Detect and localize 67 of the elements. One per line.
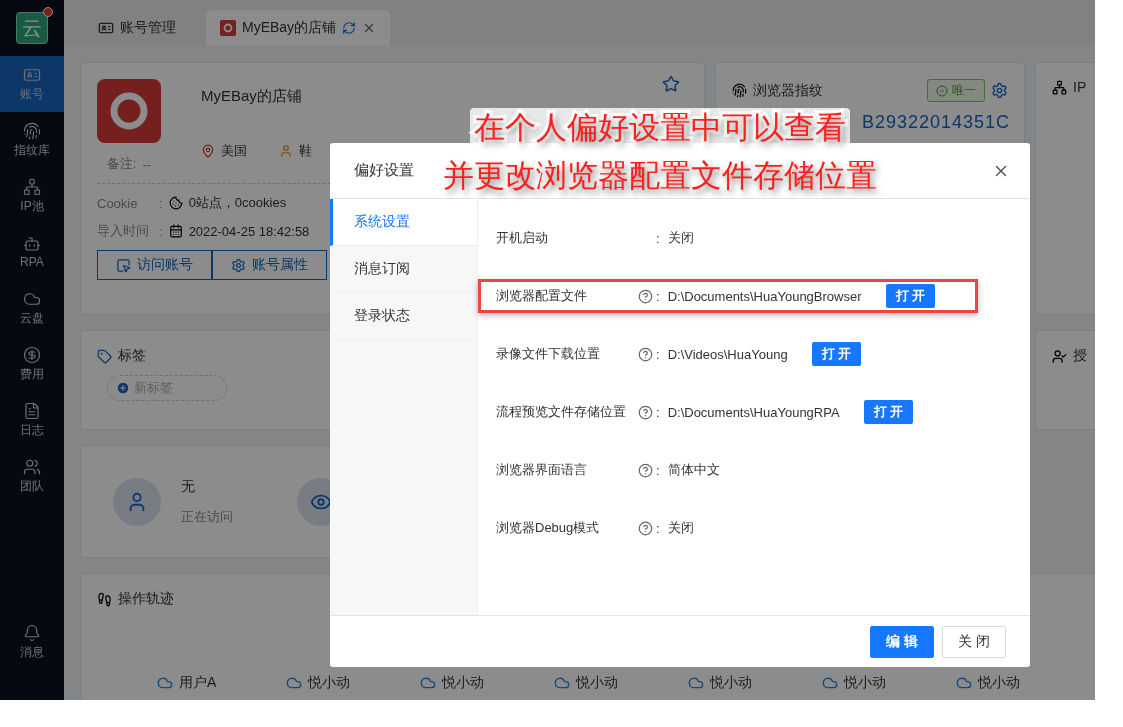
country: 美国 xyxy=(221,142,247,160)
track-item: 用户A xyxy=(179,674,217,692)
category: 鞋 xyxy=(299,142,312,160)
separator: : xyxy=(159,223,163,239)
track-item: 悦小动 xyxy=(844,674,887,692)
separator: : xyxy=(656,462,660,478)
card-title: 标签 xyxy=(118,347,146,365)
visitor-status: 正在访问 xyxy=(181,507,233,526)
sidebar-item[interactable]: 消息 xyxy=(0,614,64,670)
setting-label: 流程预览文件存储位置 xyxy=(496,403,627,421)
store-name: MyEBay的店铺 xyxy=(201,87,303,106)
note-label: 备注: xyxy=(106,155,137,173)
sidebar-item[interactable]: 日志 xyxy=(0,392,64,448)
setting-value: D:\Videos\HuaYoung xyxy=(667,346,788,362)
track-item: 悦小动 xyxy=(308,674,351,692)
setting-value: 关闭 xyxy=(667,519,694,537)
edit-button[interactable]: 编 辑 xyxy=(870,625,934,658)
card-title: IP xyxy=(1073,79,1087,95)
dialog-title: 偏好设置 xyxy=(354,161,414,180)
setting-value: 关闭 xyxy=(667,229,694,247)
setting-value: D:\Documents\HuaYoungRPA xyxy=(667,404,840,420)
open-button[interactable]: 打 开 xyxy=(811,342,862,366)
setting-label: 浏览器界面语言 xyxy=(496,461,588,479)
sidebar-item[interactable]: 费用 xyxy=(0,336,64,392)
setting-label: 录像文件下载位置 xyxy=(496,345,601,363)
separator: : xyxy=(656,404,660,420)
sidebar-item[interactable]: 账号 xyxy=(0,56,64,112)
setting-value: 简体中文 xyxy=(667,461,720,479)
visitor-name: 无 xyxy=(181,477,196,496)
track-item: 悦小动 xyxy=(710,674,753,692)
track-item: 悦小动 xyxy=(978,674,1021,692)
card-title: 授 xyxy=(1073,347,1087,365)
track-item: 悦小动 xyxy=(442,674,485,692)
setting-label: 开机启动 xyxy=(496,229,549,247)
sidebar-item[interactable]: RPA xyxy=(0,224,64,280)
separator: : xyxy=(159,195,163,211)
separator: : xyxy=(656,520,660,536)
open-button[interactable]: 打 开 xyxy=(885,284,936,308)
action-button[interactable]: 账号属性 xyxy=(212,250,327,280)
sidebar-item[interactable]: 云盘 xyxy=(0,280,64,336)
separator: : xyxy=(656,346,660,362)
menu-item[interactable]: 消息订阅 xyxy=(330,246,477,293)
sidebar-item[interactable]: IP池 xyxy=(0,168,64,224)
field-label: 导入时间 xyxy=(97,222,150,240)
import-time: 2022-04-25 18:42:58 xyxy=(188,223,310,239)
sidebar-item[interactable]: 团队 xyxy=(0,448,64,504)
tab[interactable]: 账号管理 xyxy=(84,10,190,46)
separator: : xyxy=(656,230,660,246)
action-button[interactable]: 访问账号 xyxy=(97,250,212,280)
setting-label: 浏览器Debug模式 xyxy=(496,519,601,537)
menu-item[interactable]: 登录状态 xyxy=(330,293,477,340)
sidebar-item[interactable]: 指纹库 xyxy=(0,112,64,168)
card-title: 浏览器指纹 xyxy=(753,81,823,100)
fingerprint-value: B29322014351C xyxy=(862,112,1008,133)
setting-value: D:\Documents\HuaYoungBrowser xyxy=(667,288,862,304)
menu-item[interactable]: 系统设置 xyxy=(330,199,477,246)
field-label: Cookie xyxy=(97,195,139,211)
cookie-value: 0站点，0cookies xyxy=(188,194,287,212)
separator: : xyxy=(656,288,660,304)
open-button[interactable]: 打 开 xyxy=(863,400,914,424)
card-title: 操作轨迹 xyxy=(118,590,174,608)
unique-badge: 唯一 xyxy=(927,79,985,102)
setting-label: 浏览器配置文件 xyxy=(496,287,588,305)
close-button[interactable]: 关 闭 xyxy=(942,625,1006,658)
track-item: 悦小动 xyxy=(576,674,619,692)
tab[interactable]: MyEBay的店铺 xyxy=(206,10,391,46)
note-value: -- xyxy=(142,156,152,172)
